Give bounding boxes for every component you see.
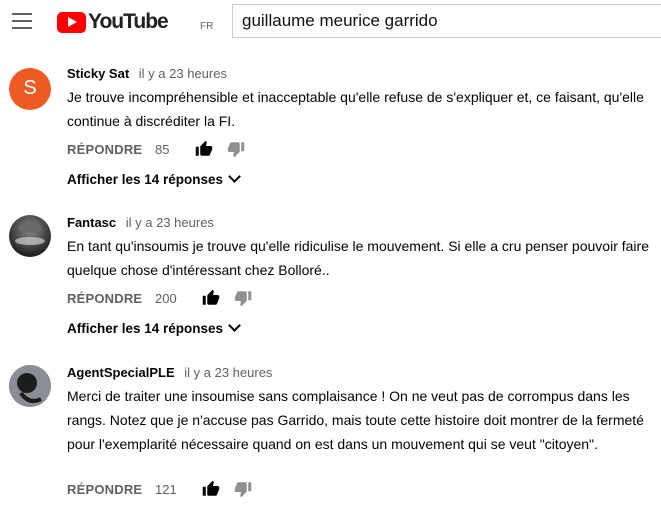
thumbs-down-icon[interactable]	[234, 289, 252, 307]
reply-button[interactable]: RÉPONDRE	[67, 482, 142, 497]
show-replies-label: Afficher les 14 réponses	[67, 321, 224, 336]
top-bar: YouTube FR	[0, 0, 661, 44]
thumbs-up-icon[interactable]	[202, 480, 220, 498]
comment-author[interactable]: Fantasc	[67, 215, 116, 230]
comment-timestamp[interactable]: il y a 23 heures	[139, 66, 227, 81]
avatar[interactable]	[9, 365, 51, 407]
comment-header: AgentSpecialPLE il y a 23 heures	[67, 365, 272, 380]
like-count: 200	[155, 291, 177, 306]
thumbs-down-icon[interactable]	[234, 480, 252, 498]
comment-text: Je trouve incompréhensible et inacceptab…	[67, 89, 644, 129]
logo-text: YouTube	[88, 10, 169, 33]
show-replies-button[interactable]: Afficher les 14 réponses	[67, 319, 241, 336]
country-code: FR	[200, 21, 214, 32]
like-count: 121	[155, 482, 177, 497]
comment-author[interactable]: Sticky Sat	[67, 66, 129, 81]
reply-button[interactable]: RÉPONDRE	[67, 142, 142, 157]
comment-timestamp[interactable]: il y a 23 heures	[184, 365, 272, 380]
show-replies-button[interactable]: Afficher les 14 réponses	[67, 170, 241, 187]
thumbs-up-icon[interactable]	[195, 140, 213, 158]
comment-text: En tant qu'insoumis je trouve qu'elle ri…	[67, 238, 649, 278]
search-box[interactable]	[232, 4, 661, 38]
chevron-down-icon	[228, 319, 241, 332]
comment-text: Merci de traiter une insoumise sans comp…	[67, 388, 644, 452]
avatar[interactable]: S	[9, 68, 51, 110]
avatar-letter: S	[23, 77, 37, 99]
like-count: 85	[155, 142, 170, 157]
comment-header: Fantasc il y a 23 heures	[67, 215, 214, 230]
hamburger-menu-icon[interactable]	[12, 13, 32, 29]
avatar[interactable]	[9, 215, 51, 257]
comment-author[interactable]: AgentSpecialPLE	[67, 365, 175, 380]
comment-header: Sticky Sat il y a 23 heures	[67, 66, 227, 81]
thumbs-down-icon[interactable]	[227, 140, 245, 158]
avatar-image	[15, 223, 45, 245]
comment-timestamp[interactable]: il y a 23 heures	[126, 215, 214, 230]
show-replies-label: Afficher les 14 réponses	[67, 172, 224, 187]
search-input[interactable]	[242, 11, 652, 31]
reply-button[interactable]: RÉPONDRE	[67, 291, 142, 306]
youtube-play-icon	[57, 12, 86, 33]
thumbs-up-icon[interactable]	[202, 289, 220, 307]
chevron-down-icon	[228, 170, 241, 183]
avatar-image	[9, 365, 51, 407]
